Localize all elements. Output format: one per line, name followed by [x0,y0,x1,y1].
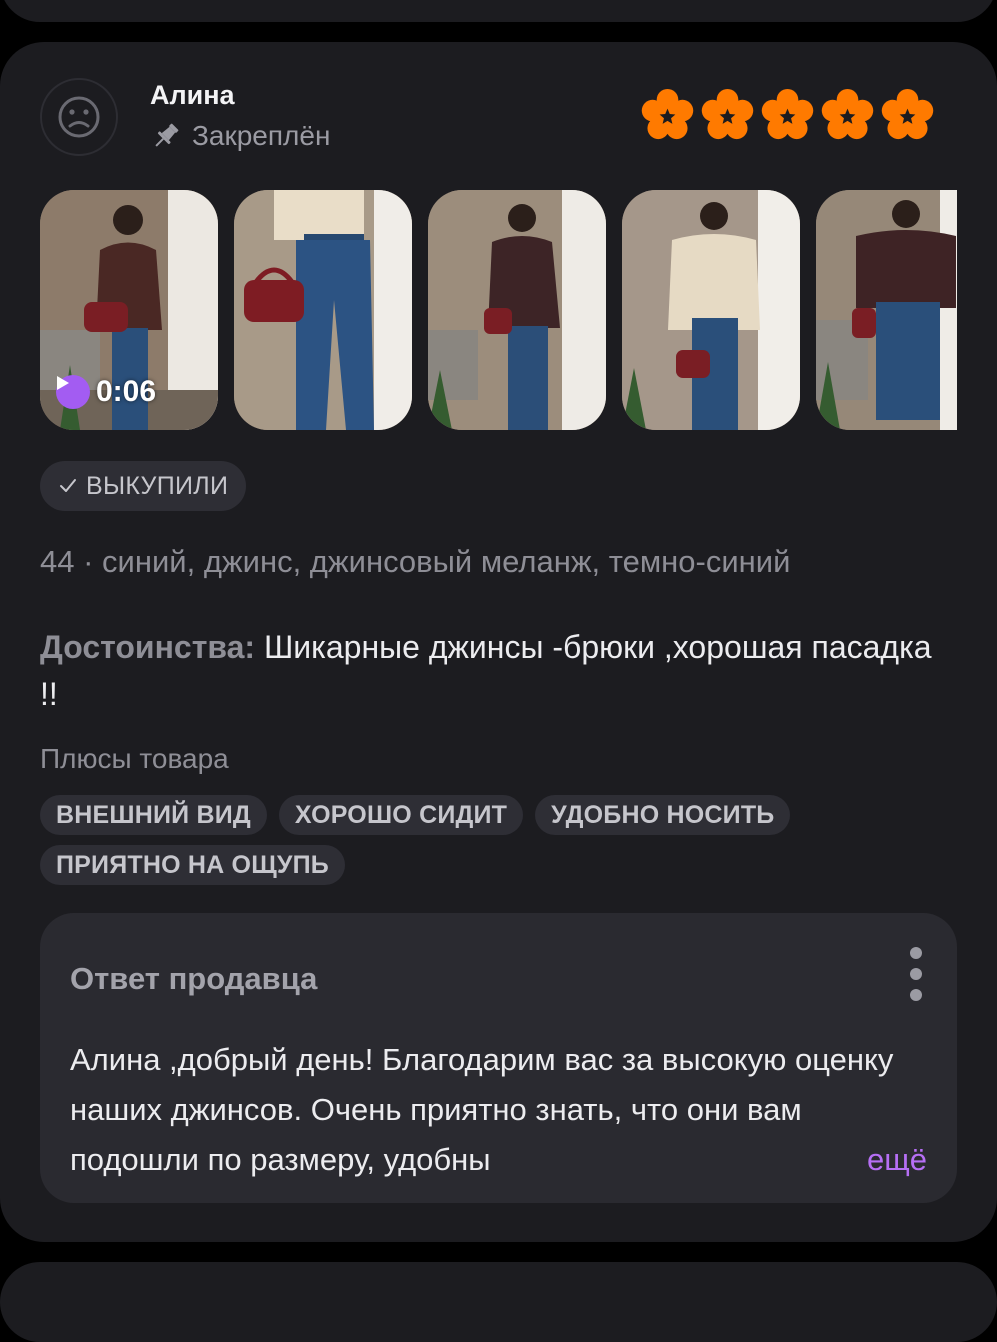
avatar[interactable] [40,78,118,156]
plus-tag: ПРИЯТНО НА ОЩУПЬ [40,845,345,885]
plus-tag: ВНЕШНИЙ ВИД [40,795,267,835]
plus-tag: ХОРОШО СИДИТ [278,795,524,835]
author-name: Алина [150,80,235,110]
pinned-status: Закреплён [150,120,330,152]
check-icon [60,479,76,492]
pin-icon [155,123,179,147]
review-photo[interactable] [816,190,957,430]
star-icon [881,88,934,140]
sad-face-icon [58,96,100,138]
star-icon [641,88,694,140]
more-vertical-icon[interactable] [909,947,923,1001]
bought-label: ВЫКУПИЛИ [86,471,229,500]
review-photos[interactable]: 0:06 [40,190,957,430]
previous-review-card [0,0,997,22]
show-more-link[interactable]: ещё [797,1135,927,1185]
play-icon [56,375,90,409]
review-video-thumbnail[interactable]: 0:06 [40,190,218,430]
star-icon [761,88,814,140]
rating-stars [640,88,935,143]
pluses-label: Плюсы товара [40,743,229,774]
bought-badge: ВЫКУПИЛИ [40,461,247,511]
star-icon [701,88,754,140]
next-review-card [0,1262,997,1342]
video-duration: 0:06 [96,375,157,408]
review-photo[interactable] [428,190,606,430]
advantages-label: Достоинства: [40,629,256,665]
plus-tag: УДОБНО НОСИТЬ [535,795,791,835]
seller-reply-title: Ответ продавца [70,961,318,996]
seller-reply: Ответ продавца Алина ,добрый день! Благо… [40,913,957,1203]
pinned-label: Закреплён [192,120,331,151]
video-duration-badge: 0:06 [56,375,156,409]
advantages: Достоинства: Шикарные джинсы -брюки ,хор… [40,624,950,718]
review-photo[interactable] [622,190,800,430]
star-icon [821,88,874,140]
review-photo[interactable] [234,190,412,430]
pluses-tags: ВНЕШНИЙ ВИД ХОРОШО СИДИТ УДОБНО НОСИТЬ П… [40,795,940,885]
variant-info: 44 · синий, джинс, джинсовый меланж, тем… [40,544,791,579]
